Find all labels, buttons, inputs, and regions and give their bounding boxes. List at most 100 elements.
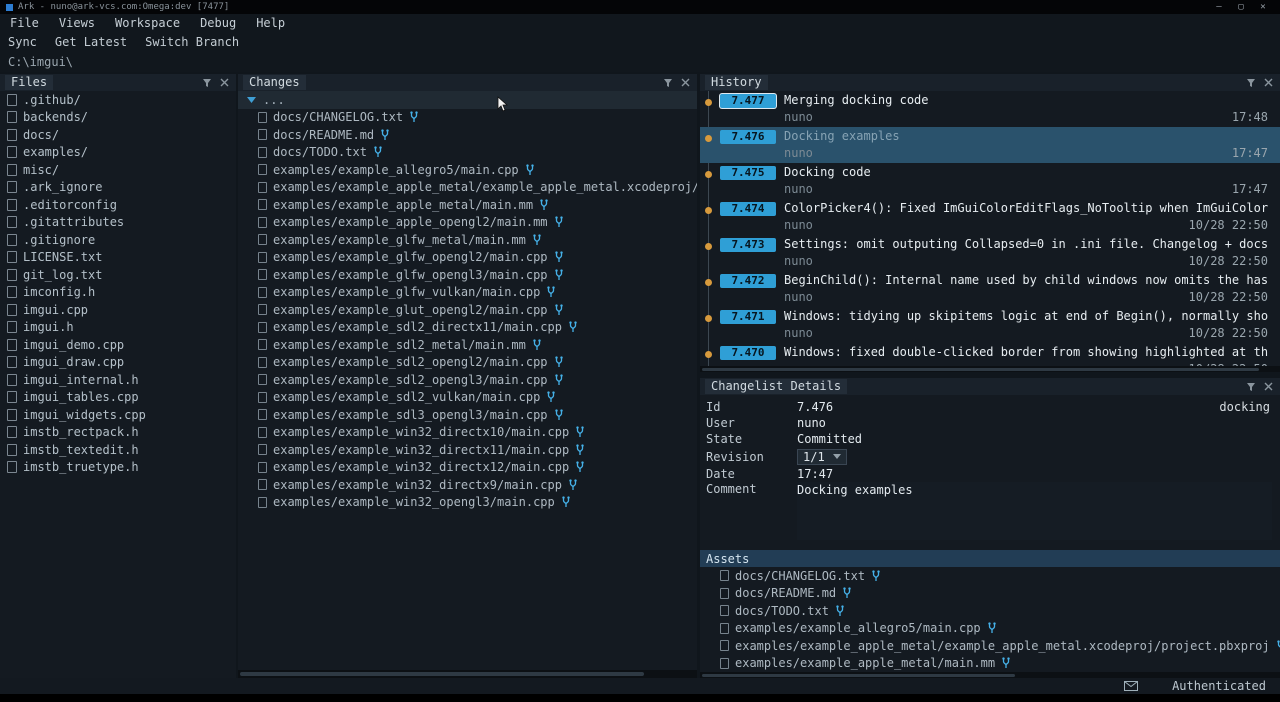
menu-item[interactable]: Debug — [200, 16, 236, 30]
file-tree-item[interactable]: .editorconfig — [0, 196, 236, 214]
history-entry[interactable]: 7.475 Docking code nuno 17:47 — [700, 163, 1280, 199]
changed-file-row[interactable]: examples/example_win32_directx9/main.cpp — [238, 476, 697, 494]
filter-icon[interactable] — [1244, 76, 1258, 89]
changed-file-row[interactable]: examples/example_apple_opengl2/main.mm — [238, 214, 697, 232]
changed-file-path: examples/example_win32_directx9/main.cpp — [273, 478, 562, 492]
changed-file-row[interactable]: examples/example_sdl2_metal/main.mm — [238, 336, 697, 354]
history-entry[interactable]: 7.476 Docking examples nuno 17:47 — [700, 127, 1280, 163]
user-value: nuno — [797, 416, 826, 430]
file-tree-item[interactable]: imstb_rectpack.h — [0, 424, 236, 442]
changed-file-row[interactable]: examples/example_sdl2_opengl2/main.cpp — [238, 354, 697, 372]
menu-item[interactable]: Views — [59, 16, 95, 30]
changed-file-row[interactable]: examples/example_sdl3_opengl3/main.cpp — [238, 406, 697, 424]
assets-title: Assets — [706, 552, 749, 566]
revision-dropdown[interactable]: 1/1 — [797, 449, 847, 465]
file-tree-item[interactable]: git_log.txt — [0, 266, 236, 284]
minimize-icon[interactable]: — — [1208, 2, 1230, 12]
menu-item[interactable]: Workspace — [115, 16, 180, 30]
history-entry[interactable]: 7.472 BeginChild(): Internal name used b… — [700, 271, 1280, 307]
changed-file-row[interactable]: examples/example_win32_directx11/main.cp… — [238, 441, 697, 459]
file-tree-item[interactable]: .ark_ignore — [0, 179, 236, 197]
file-tree-item[interactable]: imgui.cpp — [0, 301, 236, 319]
toolbar-button[interactable]: Switch Branch — [145, 35, 239, 49]
changed-file-row[interactable]: examples/example_win32_opengl3/main.cpp — [238, 494, 697, 512]
commit-title: Windows: tidying up skipitems logic at e… — [784, 309, 1278, 323]
history-entry[interactable]: 7.473 Settings: omit outputing Collapsed… — [700, 235, 1280, 271]
history-entry[interactable]: 7.477 Merging docking code nuno 17:48 — [700, 91, 1280, 127]
file-tree-item[interactable]: imgui_tables.cpp — [0, 389, 236, 407]
changed-file-row[interactable]: examples/example_allegro5/main.cpp — [238, 161, 697, 179]
asset-row[interactable]: docs/TODO.txt — [700, 602, 1280, 620]
changes-root-row[interactable]: ... — [238, 91, 697, 109]
changed-file-row[interactable]: examples/example_win32_directx12/main.cp… — [238, 459, 697, 477]
close-panel-icon[interactable] — [1261, 380, 1275, 393]
scrollbar-thumb[interactable] — [702, 368, 1259, 371]
file-tree-item[interactable]: imstb_textedit.h — [0, 441, 236, 459]
asset-row[interactable]: examples/example_apple_metal/example_app… — [700, 637, 1280, 655]
file-tree-item[interactable]: .github/ — [0, 91, 236, 109]
branch-icon — [561, 496, 571, 508]
file-tree-item[interactable]: imgui_widgets.cpp — [0, 406, 236, 424]
file-tree-item[interactable]: examples/ — [0, 144, 236, 162]
details-panel-title: Changelist Details — [705, 379, 847, 394]
file-tree-item[interactable]: misc/ — [0, 161, 236, 179]
close-panel-icon[interactable] — [1261, 76, 1275, 89]
changed-file-row[interactable]: examples/example_sdl2_directx11/main.cpp — [238, 319, 697, 337]
file-icon — [258, 252, 267, 263]
history-entry[interactable]: 7.471 Windows: tidying up skipitems logi… — [700, 307, 1280, 343]
file-tree-item[interactable]: imgui_draw.cpp — [0, 354, 236, 372]
file-tree-item[interactable]: .gitattributes — [0, 214, 236, 232]
close-panel-icon[interactable] — [217, 76, 231, 89]
filter-icon[interactable] — [661, 76, 675, 89]
file-tree-item[interactable]: imgui.h — [0, 319, 236, 337]
horizontal-scrollbar[interactable] — [238, 670, 697, 678]
asset-row[interactable]: examples/example_apple_metal/main.mm — [700, 655, 1280, 673]
assets-header[interactable]: Assets — [700, 550, 1280, 567]
changed-file-row[interactable]: examples/example_glut_opengl2/main.cpp — [238, 301, 697, 319]
history-entry[interactable]: 7.470 Windows: fixed double-clicked bord… — [700, 343, 1280, 366]
branch-icon — [568, 479, 578, 491]
changed-file-row[interactable]: examples/example_glfw_opengl2/main.cpp — [238, 249, 697, 267]
toolbar-button[interactable]: Sync — [8, 35, 37, 49]
filter-icon[interactable] — [200, 76, 214, 89]
file-name: git_log.txt — [23, 268, 102, 282]
branch-icon — [554, 216, 564, 228]
changed-file-row[interactable]: examples/example_win32_directx10/main.cp… — [238, 424, 697, 442]
close-panel-icon[interactable] — [678, 76, 692, 89]
state-label: State — [706, 432, 797, 446]
filter-icon[interactable] — [1244, 380, 1258, 393]
history-entry[interactable]: 7.474 ColorPicker4(): Fixed ImGuiColorEd… — [700, 199, 1280, 235]
file-tree-item[interactable]: imgui_demo.cpp — [0, 336, 236, 354]
changed-file-row[interactable]: examples/example_apple_metal/main.mm — [238, 196, 697, 214]
asset-row[interactable]: docs/CHANGELOG.txt — [700, 567, 1280, 585]
changed-file-row[interactable]: docs/README.md — [238, 126, 697, 144]
file-tree-item[interactable]: backends/ — [0, 109, 236, 127]
maximize-icon[interactable]: ▢ — [1230, 2, 1252, 12]
file-tree-item[interactable]: .gitignore — [0, 231, 236, 249]
menu-item[interactable]: File — [10, 16, 39, 30]
changed-file-row[interactable]: examples/example_glfw_metal/main.mm — [238, 231, 697, 249]
file-tree-item[interactable]: imgui_internal.h — [0, 371, 236, 389]
asset-row[interactable]: examples/example_allegro5/main.cpp — [700, 620, 1280, 638]
changed-file-row[interactable]: examples/example_glfw_vulkan/main.cpp — [238, 284, 697, 302]
asset-path: examples/example_apple_metal/main.mm — [735, 656, 995, 670]
changed-file-row[interactable]: docs/TODO.txt — [238, 144, 697, 162]
toolbar-button[interactable]: Get Latest — [55, 35, 127, 49]
changed-file-row[interactable]: examples/example_apple_metal/example_app… — [238, 179, 697, 197]
file-tree-item[interactable]: imconfig.h — [0, 284, 236, 302]
file-tree-item[interactable]: docs/ — [0, 126, 236, 144]
file-tree-item[interactable]: LICENSE.txt — [0, 249, 236, 267]
changes-root-label: ... — [263, 93, 285, 107]
asset-row[interactable]: docs/README.md — [700, 585, 1280, 603]
menu-item[interactable]: Help — [256, 16, 285, 30]
scrollbar-thumb[interactable] — [240, 672, 644, 676]
changed-file-row[interactable]: examples/example_glfw_opengl3/main.cpp — [238, 266, 697, 284]
scrollbar-thumb[interactable] — [702, 674, 1015, 677]
close-icon[interactable]: ✕ — [1252, 2, 1274, 12]
changed-file-row[interactable]: docs/CHANGELOG.txt — [238, 109, 697, 127]
changed-file-row[interactable]: examples/example_sdl2_vulkan/main.cpp — [238, 389, 697, 407]
file-name: docs/ — [23, 128, 59, 142]
changed-file-row[interactable]: examples/example_sdl2_opengl3/main.cpp — [238, 371, 697, 389]
file-tree-item[interactable]: imstb_truetype.h — [0, 459, 236, 477]
horizontal-scrollbar[interactable] — [700, 366, 1280, 372]
